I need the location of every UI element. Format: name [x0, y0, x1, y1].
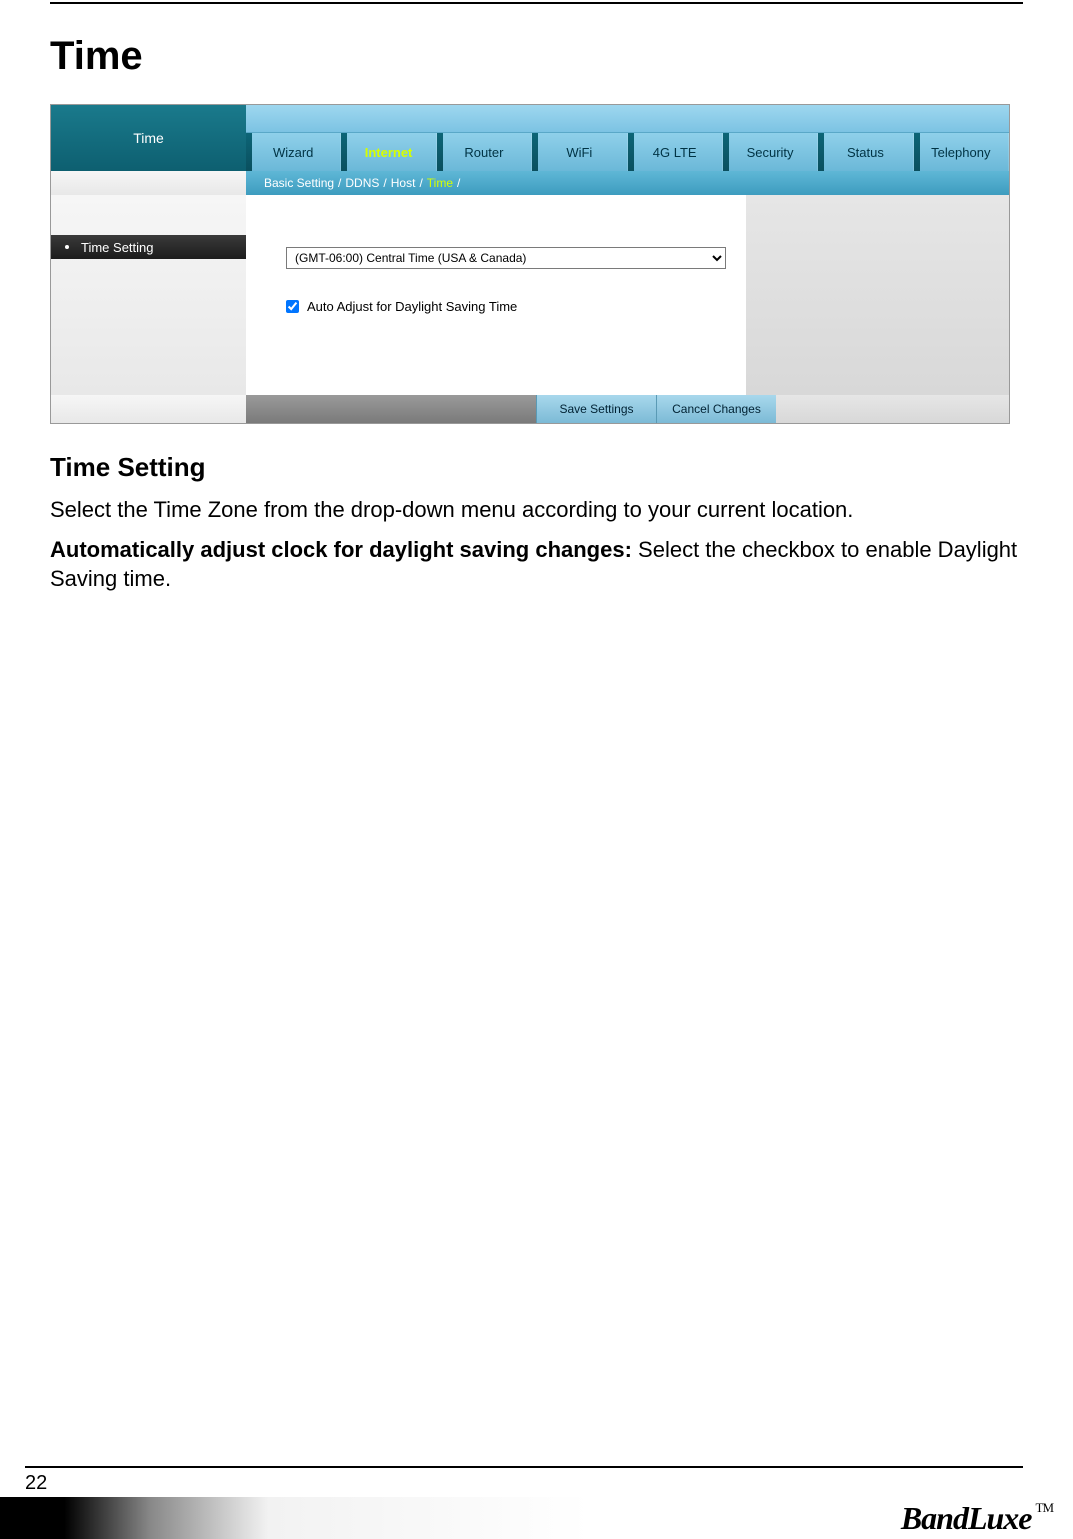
tab-security[interactable]: Security: [723, 133, 818, 171]
footer-bar: BandLuxe TM: [0, 1497, 1073, 1539]
footer: 22 BandLuxe TM: [0, 1466, 1073, 1539]
breadcrumb-ddns[interactable]: DDNS: [345, 176, 379, 190]
timezone-select[interactable]: (GMT-06:00) Central Time (USA & Canada): [286, 247, 726, 269]
breadcrumb-basic-setting[interactable]: Basic Setting: [264, 176, 334, 190]
dst-checkbox-label: Auto Adjust for Daylight Saving Time: [307, 299, 517, 314]
right-bottom: [776, 395, 1009, 423]
breadcrumb-host[interactable]: Host: [391, 176, 416, 190]
brand-text: BandLuxe: [901, 1500, 1032, 1536]
tab-wizard[interactable]: Wizard: [246, 133, 341, 171]
sidebar-spacer: [51, 171, 246, 195]
footer-rule: [25, 1466, 1023, 1468]
tab-internet[interactable]: Internet: [341, 133, 436, 171]
brand-logo: BandLuxe TM: [901, 1500, 1053, 1537]
tab-4glte[interactable]: 4G LTE: [628, 133, 723, 171]
sidebar-bottom: [51, 395, 246, 423]
breadcrumb-sep: /: [457, 176, 460, 190]
breadcrumb-sep: /: [338, 176, 341, 190]
top-rule: [50, 2, 1023, 4]
breadcrumb-sep: /: [383, 176, 386, 190]
section-title: Time Setting: [50, 452, 1023, 483]
breadcrumb-time[interactable]: Time: [427, 176, 453, 190]
buttonbar-spacer: [246, 395, 536, 423]
paragraph-1: Select the Time Zone from the drop-down …: [50, 495, 1023, 525]
breadcrumb: Basic Setting/ DDNS/ Host/ Time/: [246, 171, 1009, 195]
tab-telephony[interactable]: Telephony: [914, 133, 1009, 171]
paragraph-2-bold: Automatically adjust clock for daylight …: [50, 537, 632, 562]
tab-status[interactable]: Status: [818, 133, 913, 171]
sidebar-title: Time: [51, 105, 246, 171]
trademark-icon: TM: [1036, 1500, 1054, 1515]
page-number: 22: [25, 1472, 1073, 1495]
right-panel: [746, 195, 1009, 395]
sidebar: Time Setting: [51, 195, 246, 395]
tab-wifi[interactable]: WiFi: [532, 133, 627, 171]
sidebar-item-time-setting[interactable]: Time Setting: [51, 235, 246, 259]
tab-router[interactable]: Router: [437, 133, 532, 171]
save-settings-button[interactable]: Save Settings: [536, 395, 656, 423]
page-title: Time: [50, 34, 1023, 79]
paragraph-2: Automatically adjust clock for daylight …: [50, 535, 1023, 594]
main-tabs: Wizard Internet Router WiFi 4G LTE Secur…: [246, 133, 1009, 171]
sidebar-item-label: Time Setting: [81, 240, 154, 255]
dst-checkbox[interactable]: [286, 300, 299, 313]
cancel-changes-button[interactable]: Cancel Changes: [656, 395, 776, 423]
router-ui-screenshot: Time Wizard Internet Router WiFi 4G LTE …: [50, 104, 1010, 424]
content-panel: (GMT-06:00) Central Time (USA & Canada) …: [246, 195, 746, 395]
breadcrumb-sep: /: [419, 176, 422, 190]
